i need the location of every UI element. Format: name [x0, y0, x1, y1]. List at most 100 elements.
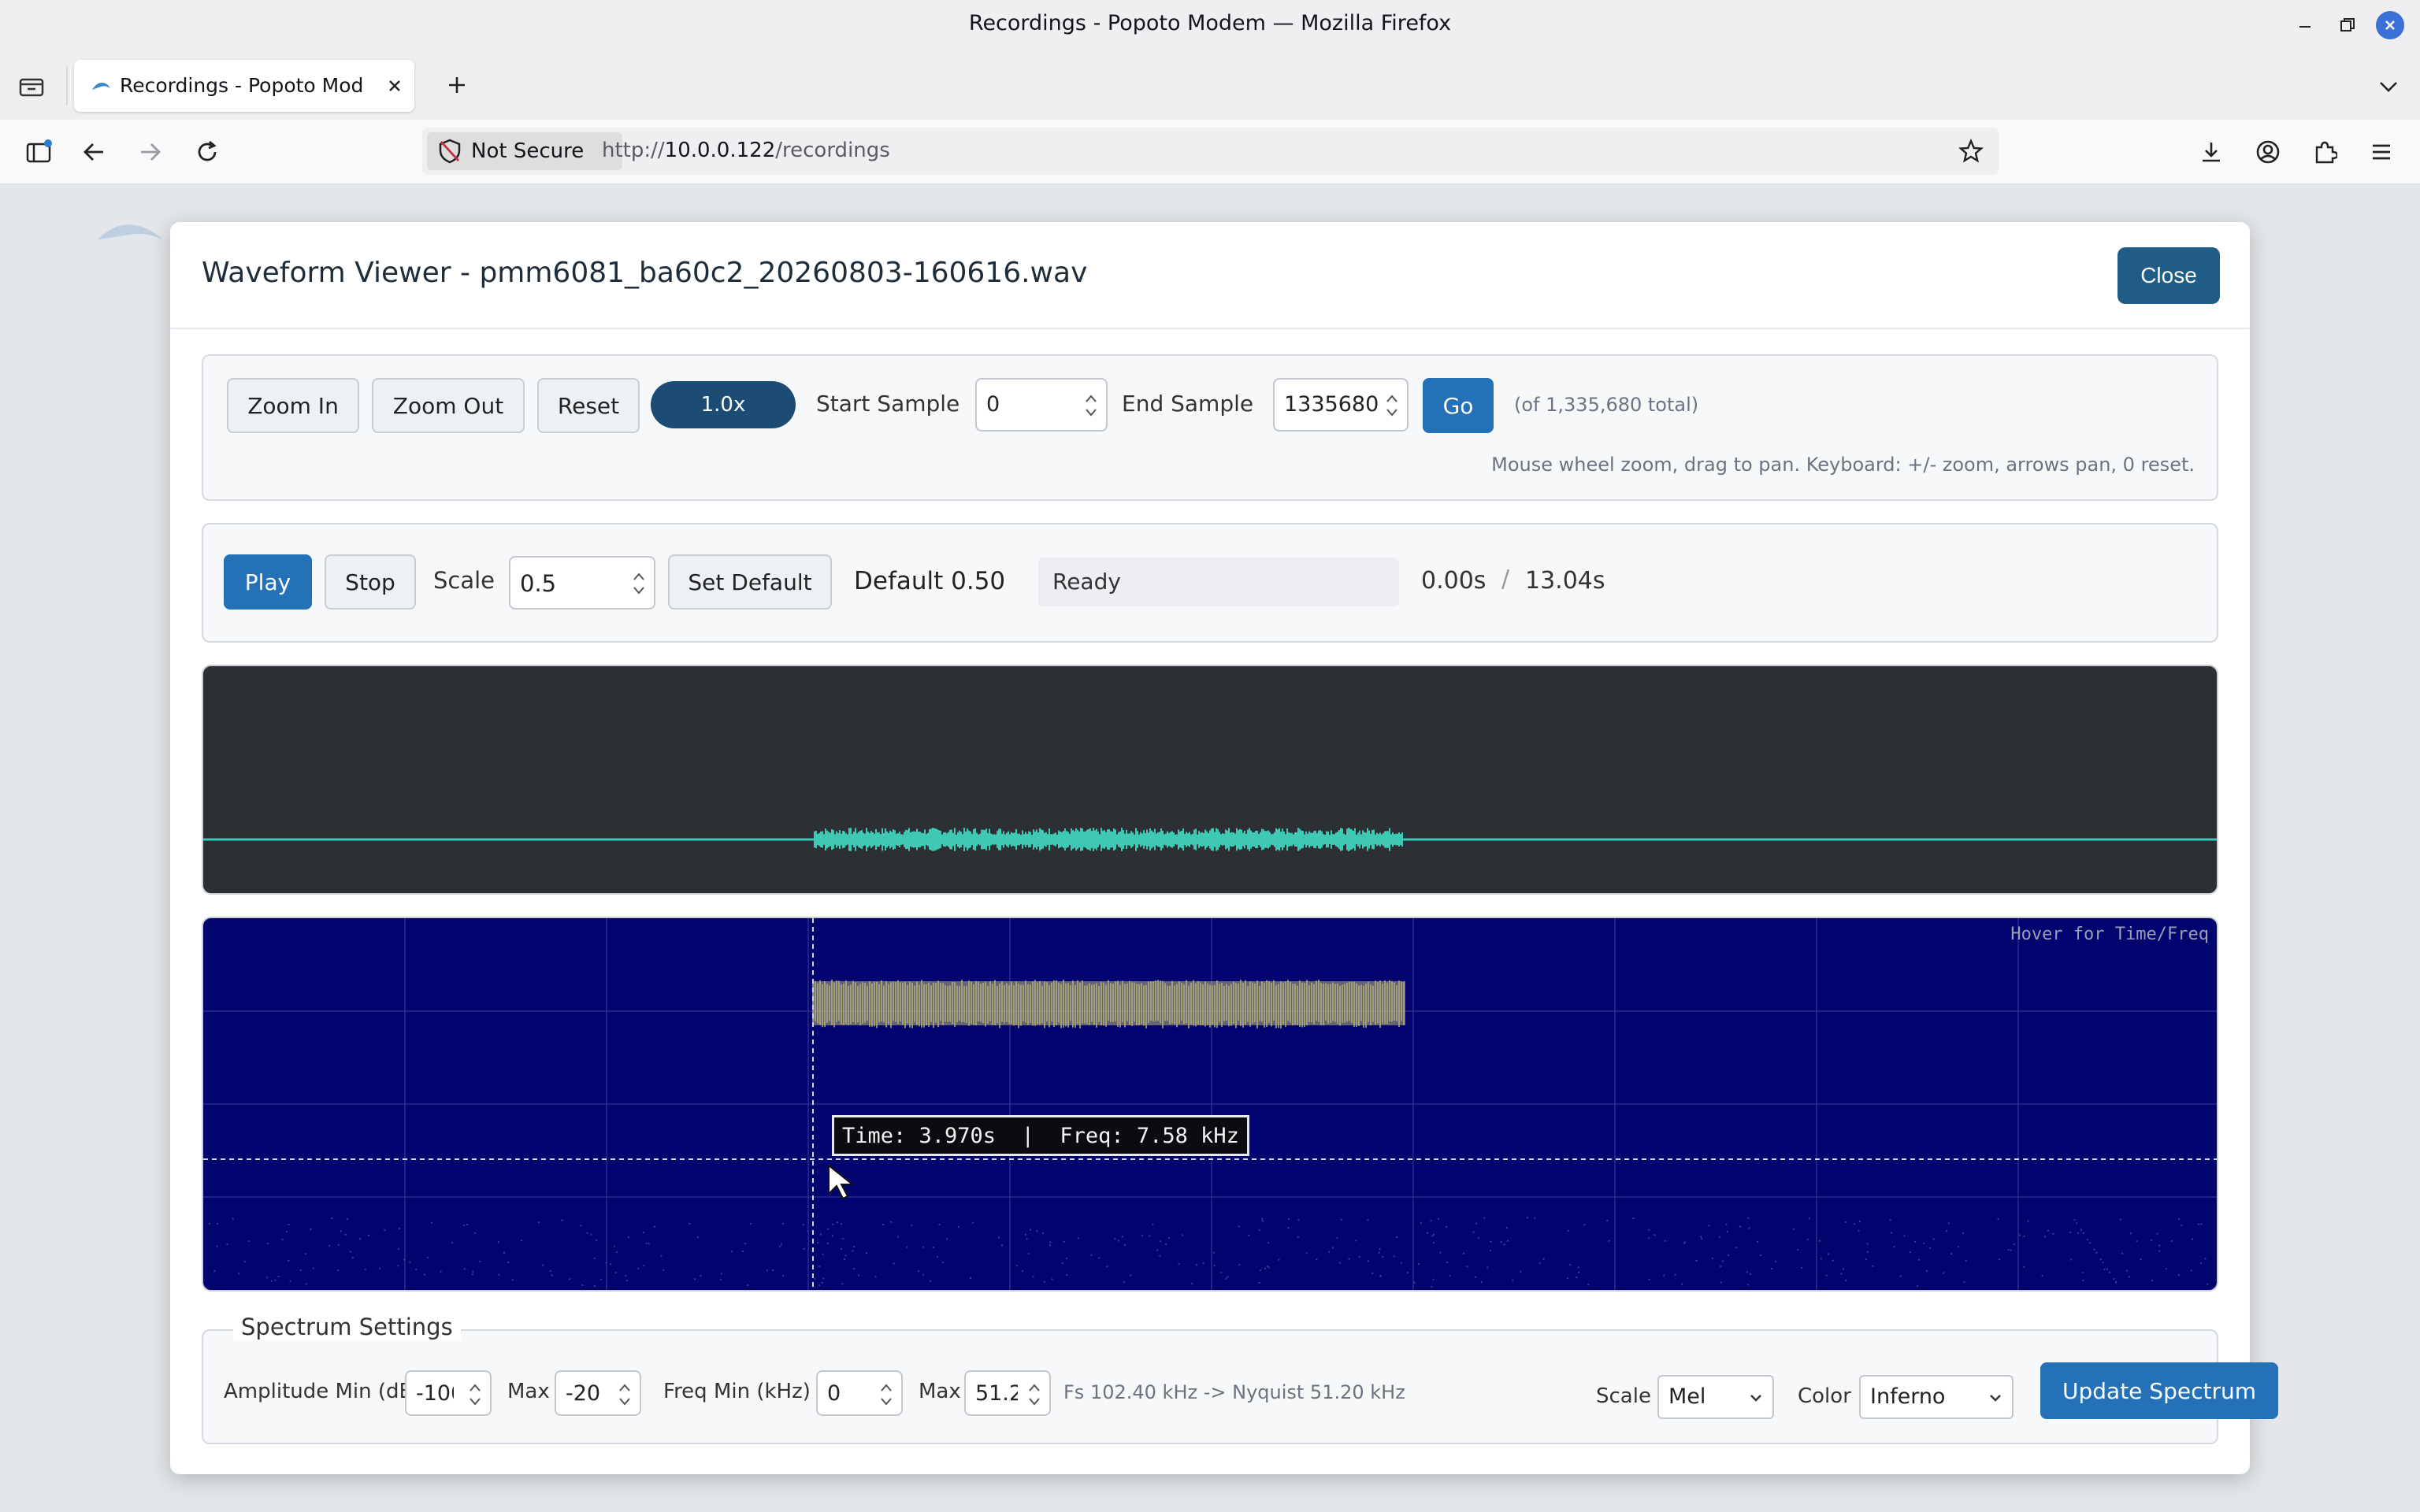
- spinner-arrows-icon[interactable]: [1084, 391, 1098, 421]
- shield-slash-icon: [439, 139, 461, 164]
- start-sample-value: 0: [986, 392, 1000, 417]
- total-time: 13.04s: [1525, 567, 1605, 595]
- hamburger-menu-icon[interactable]: [2363, 134, 2400, 170]
- restore-icon[interactable]: [2333, 11, 2362, 39]
- freq-max-input[interactable]: 51.2: [964, 1370, 1051, 1416]
- amplitude-max-value: -20: [566, 1381, 601, 1406]
- spectrum-settings-legend: Spectrum Settings: [233, 1314, 461, 1340]
- playback-status-box: Ready: [1038, 558, 1399, 606]
- chevron-down-icon: [1750, 1395, 1761, 1402]
- start-sample-label: Start Sample: [816, 391, 960, 417]
- go-button[interactable]: Go: [1423, 378, 1494, 433]
- minimize-icon[interactable]: [2291, 11, 2319, 39]
- tab-title: Recordings - Popoto Modem: [120, 74, 364, 97]
- stop-button[interactable]: Stop: [325, 554, 416, 610]
- sample-rate-note: Fs 102.40 kHz -> Nyquist 51.20 kHz: [1063, 1381, 1405, 1403]
- spinner-arrows-icon[interactable]: [1385, 391, 1399, 421]
- scale-label: Scale: [433, 567, 496, 594]
- address-bar[interactable]: Not Secure http://10.0.0.122/recordings: [422, 128, 1999, 175]
- freq-min-value: 0: [827, 1381, 841, 1406]
- end-sample-value: 1335680: [1284, 392, 1379, 417]
- bookmark-star-icon[interactable]: [1955, 135, 1987, 167]
- back-arrow-icon[interactable]: [76, 134, 112, 170]
- tab-close-icon[interactable]: [381, 72, 408, 99]
- spectrogram-canvas[interactable]: Hover for Time/Freq Time: 3.970s | Freq:…: [202, 917, 2218, 1292]
- end-sample-label: End Sample: [1122, 391, 1254, 417]
- spinner-arrows-icon[interactable]: [879, 1380, 893, 1410]
- account-icon[interactable]: [2250, 134, 2286, 170]
- total-samples-note: (of 1,335,680 total): [1514, 394, 1699, 416]
- end-sample-input[interactable]: 1335680: [1273, 378, 1409, 432]
- amplitude-min-value: -100: [416, 1381, 454, 1406]
- waveform-canvas[interactable]: [202, 665, 2218, 895]
- tab-recordings[interactable]: Recordings - Popoto Modem: [74, 60, 414, 112]
- waveform-viewer-modal: Waveform Viewer - pmm6081_ba60c2_2026080…: [170, 222, 2278, 1474]
- sidebar-icon[interactable]: [20, 134, 57, 170]
- zoom-level-badge: 1.0x: [651, 381, 796, 428]
- set-default-button[interactable]: Set Default: [668, 554, 832, 610]
- spectrum-scale-label: Scale: [1596, 1384, 1651, 1408]
- spinner-arrows-icon[interactable]: [632, 569, 646, 598]
- amplitude-max-input[interactable]: -20: [555, 1370, 641, 1416]
- zoom-hint-text: Mouse wheel zoom, drag to pan. Keyboard:…: [1491, 454, 2195, 476]
- update-spectrum-button[interactable]: Update Spectrum: [2040, 1362, 2278, 1419]
- mouse-cursor-icon: [828, 1163, 855, 1200]
- amplitude-min-input[interactable]: -100: [405, 1370, 492, 1416]
- zoom-in-button[interactable]: Zoom In: [227, 378, 359, 433]
- tab-separator: [66, 66, 68, 106]
- url-path: /recordings: [775, 139, 890, 162]
- freq-min-input[interactable]: 0: [816, 1370, 903, 1416]
- playback-panel: Play Stop Scale 0.5 Set Default Default …: [202, 523, 2218, 643]
- freq-max-value: 51.2: [975, 1381, 1018, 1406]
- time-separator: /: [1501, 565, 1510, 593]
- reset-zoom-button[interactable]: Reset: [537, 378, 640, 433]
- color-map-select[interactable]: Inferno: [1859, 1375, 2014, 1419]
- spectrum-scale-value: Mel: [1668, 1384, 1706, 1409]
- modal-title: Waveform Viewer - pmm6081_ba60c2_2026080…: [202, 257, 1088, 289]
- freq-min-label: Freq Min (kHz): [663, 1380, 811, 1403]
- zoom-controls-panel: Zoom In Zoom Out Reset 1.0x Start Sample…: [202, 354, 2218, 501]
- modal-header: Waveform Viewer - pmm6081_ba60c2_2026080…: [170, 222, 2250, 329]
- popoto-favicon-icon: [90, 76, 112, 98]
- navigation-toolbar: Not Secure http://10.0.0.122/recordings: [0, 120, 2420, 184]
- url-host: 10.0.0.122: [664, 139, 776, 162]
- reload-icon[interactable]: [189, 134, 225, 170]
- playback-status-text: Ready: [1052, 569, 1121, 595]
- time-freq-tooltip: Time: 3.970s | Freq: 7.58 kHz: [832, 1115, 1249, 1156]
- current-time: 0.00s: [1421, 567, 1487, 595]
- window-title: Recordings - Popoto Modem — Mozilla Fire…: [968, 11, 1452, 35]
- url-scheme: http://: [602, 139, 665, 162]
- color-label: Color: [1798, 1384, 1851, 1408]
- scale-value: 0.5: [520, 570, 557, 597]
- waveform-burst: [814, 828, 1403, 851]
- window-close-icon[interactable]: [2376, 11, 2404, 39]
- popoto-logo-icon: [95, 216, 165, 247]
- spectrogram-hover-hint: Hover for Time/Freq: [2010, 925, 2209, 944]
- tab-bar: Recordings - Popoto Modem: [0, 50, 2420, 120]
- spectrogram-noise: [208, 1217, 2209, 1288]
- default-scale-text: Default 0.50: [854, 567, 1006, 595]
- spectrum-scale-select[interactable]: Mel: [1657, 1375, 1774, 1419]
- spectrum-settings-panel: Amplitude Min (dB) -100 Max -20 Freq Min…: [202, 1329, 2278, 1444]
- spinner-arrows-icon[interactable]: [618, 1380, 632, 1410]
- scale-input[interactable]: 0.5: [509, 556, 655, 610]
- spectrogram-image: [203, 918, 2217, 1290]
- new-tab-plus-icon[interactable]: [440, 68, 474, 102]
- url-text[interactable]: http://10.0.0.122/recordings: [602, 139, 890, 162]
- list-all-tabs-chevron-icon[interactable]: [2371, 69, 2406, 104]
- not-secure-label: Not Secure: [471, 139, 585, 163]
- extensions-puzzle-icon[interactable]: [2307, 134, 2343, 170]
- close-button[interactable]: Close: [2118, 247, 2220, 304]
- spinner-arrows-icon[interactable]: [468, 1380, 482, 1410]
- waveform-trace: [203, 828, 2217, 851]
- site-security-indicator[interactable]: Not Secure: [427, 132, 622, 170]
- play-button[interactable]: Play: [224, 554, 312, 610]
- downloads-icon[interactable]: [2193, 134, 2229, 170]
- start-sample-input[interactable]: 0: [975, 378, 1108, 432]
- spinner-arrows-icon[interactable]: [1027, 1380, 1041, 1410]
- zoom-out-button[interactable]: Zoom Out: [372, 378, 525, 433]
- chevron-down-icon: [1990, 1395, 2001, 1402]
- amplitude-min-label: Amplitude Min (dB): [224, 1380, 421, 1403]
- forward-arrow-icon[interactable]: [132, 134, 169, 170]
- firefox-view-icon[interactable]: [16, 71, 47, 102]
